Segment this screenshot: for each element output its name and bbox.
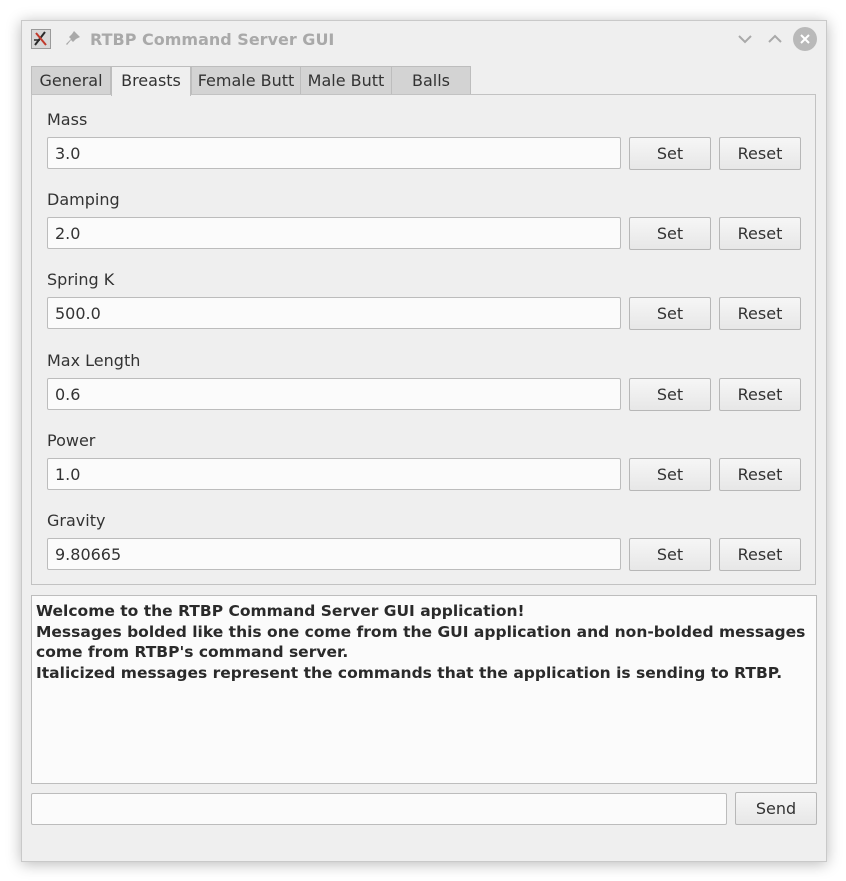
message-log[interactable]: Welcome to the RTBP Command Server GUI a…: [31, 595, 817, 784]
mass-set-button[interactable]: Set: [629, 137, 711, 170]
spring-k-reset-button[interactable]: Reset: [719, 297, 801, 330]
tab-general[interactable]: General: [31, 66, 111, 95]
damping-set-button[interactable]: Set: [629, 217, 711, 250]
tab-balls[interactable]: Balls: [391, 66, 471, 95]
breasts-settings-panel: Mass Set Reset Damping Set Reset Spring …: [31, 94, 816, 585]
power-set-button[interactable]: Set: [629, 458, 711, 491]
gravity-label: Gravity: [47, 511, 106, 530]
pin-icon[interactable]: [64, 30, 82, 48]
log-message: Italicized messages represent the comman…: [36, 663, 783, 682]
damping-label: Damping: [47, 190, 120, 209]
log-message: Welcome to the RTBP Command Server GUI a…: [36, 602, 525, 620]
gravity-reset-button[interactable]: Reset: [719, 538, 801, 571]
app-window: RTBP Command Server GUI General Breasts …: [21, 20, 827, 862]
power-input[interactable]: [47, 458, 621, 490]
power-reset-button[interactable]: Reset: [719, 458, 801, 491]
log-message: Messages bolded like this one come from …: [36, 622, 806, 662]
gravity-set-button[interactable]: Set: [629, 538, 711, 571]
title-bar[interactable]: RTBP Command Server GUI: [22, 21, 826, 57]
damping-input[interactable]: [47, 217, 621, 249]
spring-k-label: Spring K: [47, 270, 115, 289]
mass-input[interactable]: [47, 137, 621, 169]
power-label: Power: [47, 431, 96, 450]
mass-reset-button[interactable]: Reset: [719, 137, 801, 170]
mass-label: Mass: [47, 110, 88, 129]
spring-k-set-button[interactable]: Set: [629, 297, 711, 330]
close-icon[interactable]: [793, 27, 817, 51]
chevron-up-icon[interactable]: [764, 28, 786, 50]
max-length-input[interactable]: [47, 378, 621, 410]
spring-k-input[interactable]: [47, 297, 621, 329]
window-title: RTBP Command Server GUI: [90, 30, 335, 49]
send-button[interactable]: Send: [735, 792, 817, 825]
damping-reset-button[interactable]: Reset: [719, 217, 801, 250]
gravity-input[interactable]: [47, 538, 621, 570]
command-input[interactable]: [31, 793, 727, 825]
max-length-reset-button[interactable]: Reset: [719, 378, 801, 411]
chevron-down-icon[interactable]: [734, 28, 756, 50]
tab-female-butt[interactable]: Female Butt: [191, 66, 301, 95]
tab-male-butt[interactable]: Male Butt: [300, 66, 392, 95]
max-length-label: Max Length: [47, 351, 141, 370]
app-icon[interactable]: [31, 29, 51, 49]
tab-breasts[interactable]: Breasts: [111, 66, 191, 96]
max-length-set-button[interactable]: Set: [629, 378, 711, 411]
